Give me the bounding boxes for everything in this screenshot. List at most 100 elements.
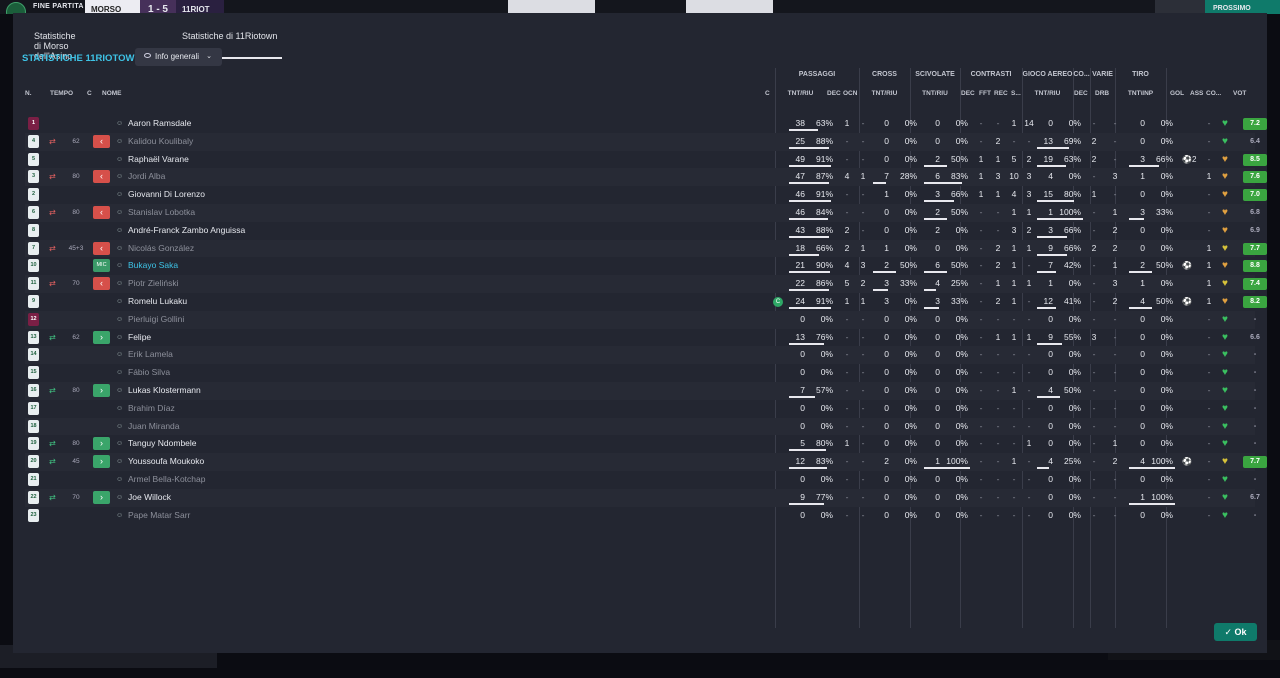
col-header-gol[interactable]: GOL [1170,90,1184,97]
co-dec: - [1092,313,1096,324]
col-header-co-dec[interactable]: DEC [1074,90,1088,97]
pass-decisive: - [845,313,849,324]
cross-count: 1 [884,242,889,253]
subbed-on-icon[interactable]: › [93,384,110,397]
player-name[interactable]: Erik Lamela [128,346,173,364]
con-fft: 1 [995,153,1001,164]
table-row[interactable]: 9 ☺ Romelu Lukaku C 24 91% 1 1 3 0% 3 33% -2 1-12 41% -… [25,293,1267,311]
subbed-off-icon[interactable]: ‹ [93,277,110,291]
table-row[interactable]: 23 ☺ Pape Matar Sarr 0 0% - -0 0% 0 0% - - - -0 0% - -0 0… [25,507,1256,525]
col-header-cross-tnt[interactable]: TNT/RIU [859,90,910,97]
table-row[interactable]: 22 ⇄ 70 › ☺ Joe Willock 9 77% - -0 0% 0 0% - - - -0 0% - -1… [25,488,1260,507]
col-header-sciv-tnt[interactable]: TNT/RIU [910,90,960,97]
subbed-off-icon[interactable]: ‹ [93,206,110,219]
player-name[interactable]: Pierluigi Gollini [128,311,184,329]
assists: - [1207,207,1211,217]
condition-heart-icon: ♥ [1222,118,1228,129]
table-row[interactable]: 11 ⇄ 70 ‹ ☺ Piotr Zieliński 22 86% 5 2 3 33% 4 25% -1 1… [25,275,1267,293]
player-name[interactable]: Joe Willock [128,489,171,507]
tackles-count: 0 [935,438,940,449]
con-rec: - [1012,491,1016,502]
table-row[interactable]: 14 ☺ Erik Lamela 0 0% - -0 0% 0 0% - - - -0 0% - -0 0% - ♥ - [25,346,1256,365]
player-name[interactable]: Brahim Díaz [128,400,175,418]
con-fft: 2 [995,135,1001,146]
player-name[interactable]: Tanguy Ndombele [128,435,197,453]
player-name[interactable]: André-Franck Zambo Anguissa [128,222,245,240]
table-row[interactable]: 12 ☺ Pierluigi Gollini 0 0% - -0 0% 0 0% - - - -0 0% - -… [25,310,1256,329]
table-row[interactable]: 1 ☺ Aaron Ramsdale 38 63% 1-0 0% 0 0% - -1 14 0 0% - -0… [25,115,1267,133]
subbed-on-icon[interactable]: › [93,330,110,344]
col-header-s[interactable]: S... [1011,90,1021,97]
person-icon: ☺ [116,191,124,199]
table-row[interactable]: 7 ⇄ 45+3 ‹ ☺ Nicolás González 18 66% 2 1 1 0% 0 0% -2 1… [25,239,1267,258]
player-name[interactable]: Bukayo Saka [128,257,178,275]
table-row[interactable]: 4 ⇄ 62 ‹ ☺ Kalidou Koulibaly 25 88% - -0 0% 0 0% -2- -… [25,132,1260,151]
ok-button[interactable]: ✓ Ok [1214,623,1257,641]
col-header-n[interactable]: N. [25,90,32,97]
table-row[interactable]: 3 ⇄ 80 ‹ ☺ Jordi Alba 47 87% 4 1 7 28% 6 83% 1 3 10 3 4 0% -… [25,168,1267,187]
col-header-aer-tnt[interactable]: TNT/RIU [1022,90,1073,97]
col-header-pass-dec[interactable]: DEC [827,90,841,97]
player-name[interactable]: Armel Bella-Kotchap [128,471,205,489]
assists: 1 [1206,171,1212,182]
con-fft: 2 [995,296,1001,306]
player-name[interactable]: Youssoufa Moukoko [128,453,204,471]
player-name[interactable]: Felipe [128,329,151,347]
player-name[interactable]: Lukas Klostermann [128,382,201,400]
col-header-co[interactable]: CO... [1206,90,1221,97]
player-name[interactable]: Raphaël Varane [128,151,189,169]
table-row[interactable]: 17 ☺ Brahim Díaz 0 0% - -0 0% 0 0% - - - -0 0% - -0 0% - ♥ - [25,400,1256,418]
subbed-off-icon[interactable]: ‹ [93,134,110,148]
player-name[interactable]: Kalidou Koulibaly [128,133,193,151]
col-header-ass[interactable]: ASS [1190,90,1203,97]
subbed-on-icon[interactable]: › [93,437,110,451]
col-header-tiro-tnt[interactable]: TNT\INP [1115,90,1166,97]
table-row[interactable]: 13 ⇄ 62 › ☺ Felipe 13 76% - -0 0% 0 0% -1 1 1 9 55% 3-0 0% -… [25,329,1260,347]
col-header-con-dec[interactable]: DEC [961,90,975,97]
player-name[interactable]: Aaron Ramsdale [128,115,191,133]
col-header-c[interactable]: C [87,90,92,97]
col-header-fft[interactable]: FFT [979,90,991,97]
substitution-icon: ⇄ [49,208,56,217]
col-header-rec[interactable]: REC [994,90,1008,97]
table-row[interactable]: 16 ⇄ 80 › ☺ Lukas Klostermann 7 57% - -0 0% 0 0% - -1-… [25,382,1256,400]
player-name[interactable]: Piotr Zieliński [128,275,179,293]
table-row[interactable]: 21 ☺ Armel Bella-Kotchap 0 0% - - 0 0% 0 0% - - - - 0 0%… [25,471,1256,489]
col-header-pass-tnt[interactable]: TNT/RIU [775,90,826,97]
table-row[interactable]: 10 MIC ☺ Bukayo Saka 21 90% 4 3 2 50% 6 50% -2 1-7 42%… [25,257,1267,275]
passes-bar [789,396,815,398]
col-header-captain[interactable]: C [765,90,770,97]
con-s: 1 [1026,207,1032,217]
table-row[interactable]: 19 ⇄ 80 › ☺ Tanguy Ndombele 5 80% 1-0 0% 0 0% - - -1 0 0… [25,435,1256,453]
player-name[interactable]: Pape Matar Sarr [128,507,190,525]
table-row[interactable]: 2 ☺ Giovanni Di Lorenzo 46 91% - -1 0% 3 66% 1 1 4 3 1… [25,186,1267,204]
subbed-on-icon[interactable]: › [93,455,110,469]
player-name[interactable]: Giovanni Di Lorenzo [128,186,205,204]
table-row[interactable]: 18 ☺ Juan Miranda 0 0% - -0 0% 0 0% - - - -0 0% - -0 0% - ♥… [25,417,1256,436]
col-header-ocn[interactable]: OCN [843,90,857,97]
con-fft: 2 [995,242,1001,253]
col-header-nome[interactable]: NOME [102,90,122,97]
subbed-off-icon[interactable]: ‹ [93,170,110,184]
col-header-vot[interactable]: VOT [1233,90,1246,97]
player-name[interactable]: Fábio Silva [128,364,170,382]
tackles-bar [924,271,947,274]
table-row[interactable]: 20 ⇄ 45 › ☺ Youssoufa Moukoko 12 83% - -2 0% 1 100% -… [25,453,1267,471]
player-name[interactable]: Jordi Alba [128,168,165,186]
tackles-percent: 25% [950,278,968,289]
col-header-tempo[interactable]: TEMPO [50,90,73,97]
player-name[interactable]: Nicolás González [128,240,194,258]
table-row[interactable]: 8 ☺ André-Franck Zambo Anguissa 43 88% 2-0 0% 2… [25,222,1260,240]
player-name[interactable]: Romelu Lukaku [128,293,187,311]
assists: - [1207,402,1211,413]
subbed-on-icon[interactable]: › [93,490,110,504]
next-button[interactable]: PROSSIMO [1205,0,1280,14]
view-dropdown[interactable]: Info generali ⌄ [135,48,222,66]
player-name[interactable]: Juan Miranda [128,418,180,436]
player-name[interactable]: Stanislav Lobotka [128,204,195,222]
table-row[interactable]: 5 ☺ Raphaël Varane 49 91% - -0 0% 2 50% 1 1 5 2 19 63% 2… [25,151,1267,169]
table-row[interactable]: 6 ⇄ 80 ‹ ☺ Stanislav Lobotka 46 84% - -0 0% 2 50% - -1… [25,204,1260,222]
table-row[interactable]: 15 ☺ Fábio Silva 0 0% - -0 0% 0 0% - - - -0 0% - -0 0% - ♥ - [25,364,1256,382]
col-header-drb[interactable]: DRB [1095,90,1109,97]
subbed-off-icon[interactable]: ‹ [93,241,110,255]
